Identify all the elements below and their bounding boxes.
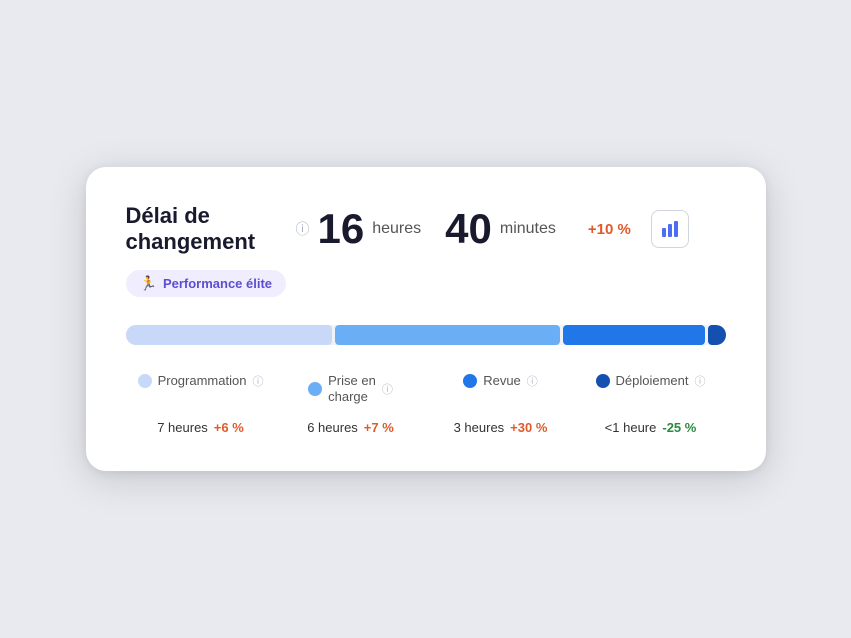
card-title: Délai de changement — [126, 203, 286, 256]
info-revue[interactable]: ⓘ — [527, 373, 538, 389]
label-programmation: Programmation — [158, 373, 247, 390]
badge-row: 🏃 Performance élite — [126, 270, 726, 297]
main-card: Délai de changement ⓘ 16 heures 40 minut… — [86, 167, 766, 472]
legend-row: Programmation ⓘ Prise encharge ⓘ Revue ⓘ — [126, 373, 726, 407]
badge-icon: 🏃 — [140, 275, 157, 292]
info-icon-main[interactable]: ⓘ — [296, 219, 310, 239]
dot-deploiement — [596, 374, 610, 388]
metrics-block: ⓘ 16 heures 40 minutes +10 % — [286, 208, 726, 250]
progress-bar — [126, 325, 726, 345]
label-revue: Revue — [483, 373, 521, 390]
label-deploiement: Déploiement — [616, 373, 689, 390]
legend-programmation: Programmation ⓘ — [126, 373, 276, 390]
hours-unit: heures — [372, 220, 421, 238]
label-prise-en-charge: Prise encharge — [328, 373, 376, 407]
info-programmation[interactable]: ⓘ — [252, 373, 263, 389]
bar-programmation — [126, 325, 333, 345]
change-badge: +10 % — [588, 221, 631, 238]
minutes-unit: minutes — [500, 220, 556, 238]
bar-revue — [563, 325, 705, 345]
minutes-value: 40 — [445, 208, 492, 250]
values-row: 7 heures +6 % 6 heures +7 % 3 heures +30… — [126, 420, 726, 435]
legend-prise-en-charge: Prise encharge ⓘ — [276, 373, 426, 407]
bar-deploiement — [708, 325, 726, 345]
hours-prise-en-charge: 6 heures — [307, 420, 358, 435]
dot-programmation — [138, 374, 152, 388]
change-prise-en-charge: +7 % — [364, 420, 394, 435]
badge-label: Performance élite — [163, 276, 272, 291]
value-prise-en-charge: 6 heures +7 % — [276, 420, 426, 435]
title-block: Délai de changement — [126, 203, 286, 256]
change-deploiement: -25 % — [662, 420, 696, 435]
dot-revue — [463, 374, 477, 388]
info-deploiement[interactable]: ⓘ — [695, 373, 706, 389]
change-revue: +30 % — [510, 420, 547, 435]
legend-revue: Revue ⓘ — [426, 373, 576, 390]
change-programmation: +6 % — [214, 420, 244, 435]
value-deploiement: <1 heure -25 % — [576, 420, 726, 435]
hours-revue: 3 heures — [454, 420, 505, 435]
header-row: Délai de changement ⓘ 16 heures 40 minut… — [126, 203, 726, 256]
info-prise-en-charge[interactable]: ⓘ — [382, 381, 393, 397]
hours-value: 16 — [318, 208, 365, 250]
dot-prise-en-charge — [308, 382, 322, 396]
legend-section: Programmation ⓘ Prise encharge ⓘ Revue ⓘ — [126, 373, 726, 436]
value-programmation: 7 heures +6 % — [126, 420, 276, 435]
legend-deploiement: Déploiement ⓘ — [576, 373, 726, 390]
hours-programmation: 7 heures — [157, 420, 208, 435]
performance-badge: 🏃 Performance élite — [126, 270, 287, 297]
bar-prise-en-charge — [335, 325, 560, 345]
chart-button[interactable] — [651, 210, 689, 248]
hours-deploiement: <1 heure — [605, 420, 657, 435]
value-revue: 3 heures +30 % — [426, 420, 576, 435]
